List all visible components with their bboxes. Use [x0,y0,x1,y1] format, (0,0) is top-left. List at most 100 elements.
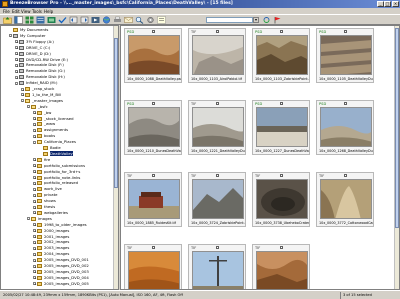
menu-tools[interactable]: Tools [32,9,42,14]
menu-file[interactable]: File [3,9,10,14]
select-checkbox[interactable] [216,246,219,249]
menu-help[interactable]: Help [44,9,53,14]
settings-icon[interactable] [146,16,155,24]
expand-icon[interactable]: + [21,93,25,97]
list-view-icon[interactable] [36,16,45,24]
expand-icon[interactable]: + [33,187,37,191]
expand-icon[interactable]: + [33,122,37,126]
thumbnail-cell[interactable]: PSD 10x_0000_1227_DunesDeathVal.psd [252,100,310,155]
select-checkbox[interactable] [280,246,283,249]
thumbnail-cell[interactable]: TIF 10x_0000_1103_AirolPabloI.tif [188,28,246,83]
minimize-button[interactable]: _ [377,1,384,7]
expand-icon[interactable]: + [33,270,37,274]
thumbnail-cell[interactable]: PSD 10x_0000_1210_DunesDeathVal.psd [124,100,182,155]
thumbnail-image[interactable] [320,179,372,219]
expand-icon[interactable]: + [33,246,37,250]
expand-icon[interactable]: + [21,87,25,91]
expand-icon[interactable]: + [33,264,37,268]
folder-tree[interactable]: My Documents - My Computer +3½ Floppy (A:) +… [0,25,119,290]
thumbnail-cell[interactable]: TIF 10x_0000_1221_DeathValleyDu.tif [188,100,246,155]
expand-icon[interactable]: + [15,52,19,56]
select-checkbox[interactable] [344,30,347,33]
address-dropdown-button[interactable]: ▾ [253,17,259,23]
expand-icon[interactable]: + [33,111,37,115]
check-icon[interactable] [58,16,67,24]
expand-icon[interactable]: + [33,240,37,244]
thumbnail-image[interactable] [128,107,180,147]
expand-icon[interactable]: + [33,235,37,239]
expand-icon[interactable]: + [15,63,19,67]
maximize-button[interactable]: □ [384,1,391,7]
expand-icon[interactable]: + [15,40,19,44]
grid-scrollbar[interactable] [394,26,399,289]
expand-icon[interactable]: + [33,128,37,132]
expand-icon[interactable]: + [15,69,19,73]
app-icon[interactable] [2,1,8,7]
select-checkbox[interactable] [152,30,155,33]
tree-scrollbar[interactable] [113,26,118,289]
thumbnail-cell[interactable]: TIF 10x_0000_1885_RuidesKit.tif [124,172,182,227]
thumbnail-cell[interactable]: TIF 10x_0000_3724_ZabriskiePoint.tif [188,172,246,227]
grid-view-icon[interactable] [25,16,34,24]
rotate-left-icon[interactable] [69,16,78,24]
rotate-right-icon[interactable] [80,16,89,24]
select-checkbox[interactable] [344,174,347,177]
thumbnail-cell[interactable]: TIF 10x_0000_3772_CottonwoodCany.tif [316,172,374,227]
expand-icon[interactable]: + [33,276,37,280]
thumbnail-cell[interactable]: TIFol_0001_1052_RuidesKit.tif [252,244,310,289]
expand-icon[interactable]: + [33,223,37,227]
collapse-icon[interactable]: - [9,34,12,38]
expand-icon[interactable]: + [33,282,37,286]
thumbnail-image[interactable] [192,107,244,147]
expand-icon[interactable]: + [15,58,19,62]
select-checkbox[interactable] [280,102,283,105]
search-icon[interactable] [135,16,144,24]
thumbnail-image[interactable] [256,107,308,147]
collapse-icon[interactable]: - [15,81,18,85]
expand-icon[interactable]: + [33,205,37,209]
expand-icon[interactable]: + [33,199,37,203]
expand-icon[interactable]: + [33,176,37,180]
thumbnail-image[interactable] [320,107,372,147]
thumbnail-cell[interactable]: TIF 10x_0000_3738_UbeheboCrater.tif [252,172,310,227]
collapse-icon[interactable]: - [27,217,30,221]
info-icon[interactable] [157,16,166,24]
expand-icon[interactable]: + [15,46,19,50]
select-checkbox[interactable] [216,102,219,105]
thumbnail-image[interactable] [256,251,308,289]
thumbnail-image[interactable] [192,35,244,75]
filmstrip-icon[interactable] [47,16,56,24]
thumbnail-cell[interactable]: PSD 10x_0000_1088_DeathValley.psd [124,28,182,83]
select-checkbox[interactable] [152,102,155,105]
tree-item[interactable]: +2005_images_DVD_005 [33,281,89,287]
thumbnail-image[interactable] [256,179,308,219]
expand-icon[interactable]: + [33,211,37,215]
expand-icon[interactable]: + [33,158,37,162]
explorer-icon[interactable] [14,16,23,24]
expand-icon[interactable]: + [33,252,37,256]
expand-icon[interactable]: + [33,117,37,121]
collapse-icon[interactable]: - [21,99,24,103]
select-checkbox[interactable] [152,174,155,177]
menu-edit[interactable]: Edit [12,9,20,14]
thumbnail-image[interactable] [128,251,180,289]
slideshow-icon[interactable] [91,16,100,24]
select-checkbox[interactable] [344,102,347,105]
address-input[interactable] [206,17,253,23]
collapse-icon[interactable]: - [33,140,36,144]
close-button[interactable]: × [392,1,399,7]
thumbnail-grid[interactable]: PSD 10x_0000_1088_DeathValley.psd TIF 10x_0… [120,25,400,290]
expand-icon[interactable]: + [33,258,37,262]
grid-scrollbar-thumb[interactable] [395,28,399,228]
thumbnail-image[interactable] [320,35,372,75]
select-checkbox[interactable] [280,174,283,177]
thumbnail-cell[interactable]: TIFol_0001_1033_RuidesKit.tif [188,244,246,289]
thumbnail-image[interactable] [256,35,308,75]
collapse-icon[interactable]: - [27,105,30,109]
tree-scrollbar-thumb[interactable] [114,38,118,188]
flag-icon[interactable] [273,16,282,24]
thumbnail-image[interactable] [128,179,180,219]
expand-icon[interactable]: + [33,134,37,138]
print-icon[interactable] [113,16,122,24]
thumbnail-image[interactable] [192,179,244,219]
